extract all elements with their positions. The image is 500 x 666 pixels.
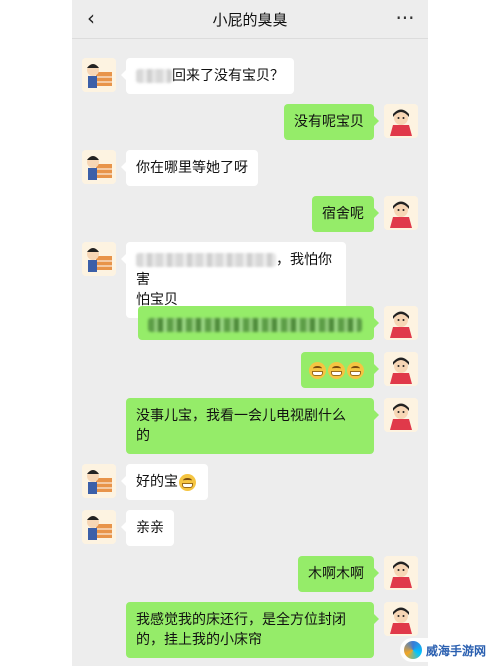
cartoon-girl-avatar-icon <box>384 196 418 230</box>
grimacing-face-emoji-icon <box>347 361 364 379</box>
message-text: 没有呢宝贝 <box>294 114 364 130</box>
cartoon-boy-avatar-icon <box>82 242 116 276</box>
cartoon-boy-avatar-icon <box>82 150 116 184</box>
site-logo-icon <box>403 641 422 659</box>
chat-screen: ‹ 小屁的臭臭 ··· 回来了没有宝贝？ 没有呢宝贝 你在哪里等她了呀 宿舍呢 … <box>72 0 428 666</box>
self-avatar[interactable] <box>384 352 418 386</box>
message-row: 没有呢宝贝 <box>72 104 428 144</box>
grimacing-face-emoji-icon <box>309 361 326 379</box>
back-icon[interactable]: ‹ <box>80 7 102 29</box>
message-row <box>72 306 428 346</box>
message-text: 好的宝 <box>136 474 178 490</box>
message-text: 我感觉我的床还行，是全方位封闭 <box>136 612 346 628</box>
incoming-message-bubble[interactable]: 好的宝 <box>121 464 208 500</box>
message-text: 亲亲 <box>136 520 164 536</box>
outgoing-message-bubble[interactable] <box>301 352 379 388</box>
message-row: 没事儿宝，我看一会儿电视剧什么 的 <box>72 398 428 454</box>
message-row <box>72 352 428 392</box>
message-line: ，我怕你害 <box>136 250 336 290</box>
message-row: 亲亲 <box>72 510 428 550</box>
message-text: 宿舍呢 <box>322 206 364 222</box>
blurred-name <box>136 69 172 83</box>
message-row: 你在哪里等她了呀 <box>72 150 428 190</box>
message-text: 木啊木啊 <box>308 566 364 582</box>
message-row: 回来了没有宝贝？ <box>72 58 428 98</box>
outgoing-message-bubble[interactable]: 宿舍呢 <box>312 196 379 232</box>
cartoon-girl-avatar-icon <box>384 602 418 636</box>
self-avatar[interactable] <box>384 306 418 340</box>
self-avatar[interactable] <box>384 196 418 230</box>
contact-avatar[interactable] <box>82 150 116 184</box>
cartoon-boy-avatar-icon <box>82 58 116 92</box>
incoming-message-bubble[interactable]: 亲亲 <box>121 510 174 546</box>
more-options-icon[interactable]: ··· <box>392 7 418 29</box>
message-text: 你在哪里等她了呀 <box>136 160 248 176</box>
message-row: 宿舍呢 <box>72 196 428 236</box>
cartoon-girl-avatar-icon <box>384 556 418 590</box>
contact-avatar[interactable] <box>82 242 116 276</box>
grimacing-face-emoji-icon <box>328 361 345 379</box>
outgoing-message-bubble[interactable] <box>138 306 379 340</box>
message-text: 的 <box>136 428 150 444</box>
cartoon-girl-avatar-icon <box>384 398 418 432</box>
message-text: 回来了没有宝贝？ <box>172 68 284 84</box>
message-row: 木啊木啊 <box>72 556 428 596</box>
blurred-text <box>148 318 362 332</box>
outgoing-message-bubble[interactable]: 没事儿宝，我看一会儿电视剧什么 的 <box>126 398 379 454</box>
contact-avatar[interactable] <box>82 510 116 544</box>
contact-avatar[interactable] <box>82 58 116 92</box>
message-text: 的，挂上我的小床帘 <box>136 632 262 648</box>
chat-header: ‹ 小屁的臭臭 ··· <box>72 0 428 39</box>
self-avatar[interactable] <box>384 104 418 138</box>
outgoing-message-bubble[interactable]: 木啊木啊 <box>298 556 379 592</box>
cartoon-girl-avatar-icon <box>384 306 418 340</box>
site-watermark: 威海手游网 <box>399 638 494 662</box>
message-text: 没事儿宝，我看一会儿电视剧什么 <box>136 408 346 424</box>
incoming-message-bubble[interactable]: 你在哪里等她了呀 <box>121 150 258 186</box>
message-row: 我感觉我的床还行，是全方位封闭 的，挂上我的小床帘 <box>72 602 428 658</box>
incoming-message-bubble[interactable]: 回来了没有宝贝？ <box>121 58 294 94</box>
cartoon-boy-avatar-icon <box>82 510 116 544</box>
outgoing-message-bubble[interactable]: 我感觉我的床还行，是全方位封闭 的，挂上我的小床帘 <box>126 602 379 658</box>
outgoing-message-bubble[interactable]: 没有呢宝贝 <box>284 104 379 140</box>
cartoon-boy-avatar-icon <box>82 464 116 498</box>
grimacing-face-emoji-icon <box>179 473 196 491</box>
message-row: 好的宝 <box>72 464 428 504</box>
message-row: ，我怕你害 怕宝贝 <box>72 242 428 318</box>
cartoon-girl-avatar-icon <box>384 104 418 138</box>
self-avatar[interactable] <box>384 398 418 432</box>
chat-title: 小屁的臭臭 <box>212 11 288 29</box>
blurred-text <box>136 253 276 267</box>
watermark-text: 威海手游网 <box>425 643 486 658</box>
self-avatar[interactable] <box>384 602 418 636</box>
cartoon-girl-avatar-icon <box>384 352 418 386</box>
self-avatar[interactable] <box>384 556 418 590</box>
contact-avatar[interactable] <box>82 464 116 498</box>
